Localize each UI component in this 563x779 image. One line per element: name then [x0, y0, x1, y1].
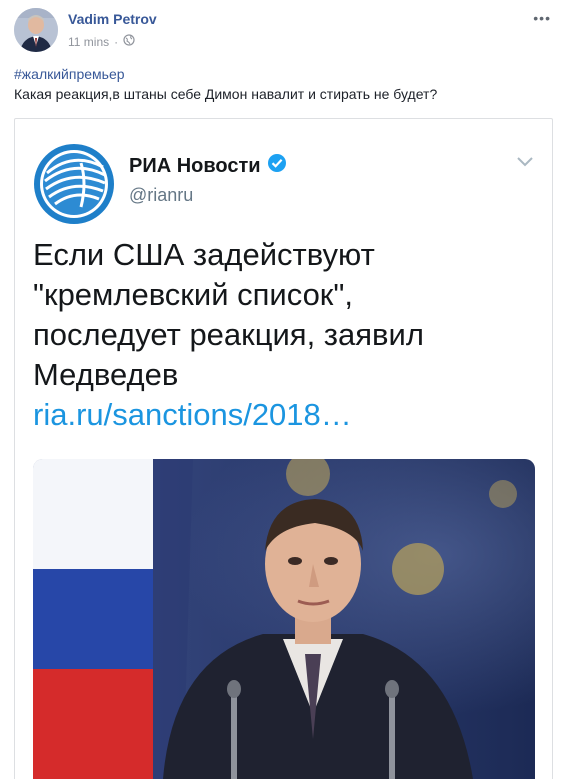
ria-logo-icon[interactable]	[33, 143, 115, 225]
post-meta: 11 mins ·	[68, 34, 135, 49]
tweet-line: "кремлевский список",	[33, 277, 353, 312]
tweet-link[interactable]: ria.ru/sanctions/2018…	[33, 395, 533, 435]
tweet-line: Если США задействуют	[33, 237, 375, 272]
post-body: Какая реакция,в штаны себе Димон навалит…	[14, 86, 438, 102]
verified-badge-icon	[267, 153, 287, 179]
hashtag-link[interactable]: #жалкийпремьер	[14, 64, 549, 84]
author-name[interactable]: Vadim Petrov	[68, 11, 157, 27]
avatar[interactable]	[14, 8, 58, 52]
tweet-photo[interactable]	[33, 459, 535, 779]
globe-icon[interactable]	[123, 34, 135, 49]
post-time[interactable]: 11 mins	[68, 35, 109, 49]
tweet-account-name[interactable]: РИА Новости	[129, 155, 261, 178]
tweet-text: Если США задействуют "кремлевский список…	[33, 235, 533, 435]
tweet-line: последует реакция, заявил	[33, 317, 424, 352]
meta-separator: ·	[114, 34, 119, 49]
chevron-down-icon[interactable]	[516, 155, 534, 167]
tweet-handle[interactable]: @rianru	[129, 185, 193, 206]
tweet-account[interactable]: РИА Новости	[129, 153, 287, 179]
post-header: Vadim Petrov 11 mins · •••	[0, 0, 563, 60]
tweet-line: Медведев	[33, 357, 179, 392]
more-options-button[interactable]: •••	[533, 10, 551, 26]
post-text: #жалкийпремьер Какая реакция,в штаны себ…	[14, 64, 549, 104]
embedded-tweet[interactable]: РИА Новости @rianru Если США задействуют…	[14, 118, 553, 779]
